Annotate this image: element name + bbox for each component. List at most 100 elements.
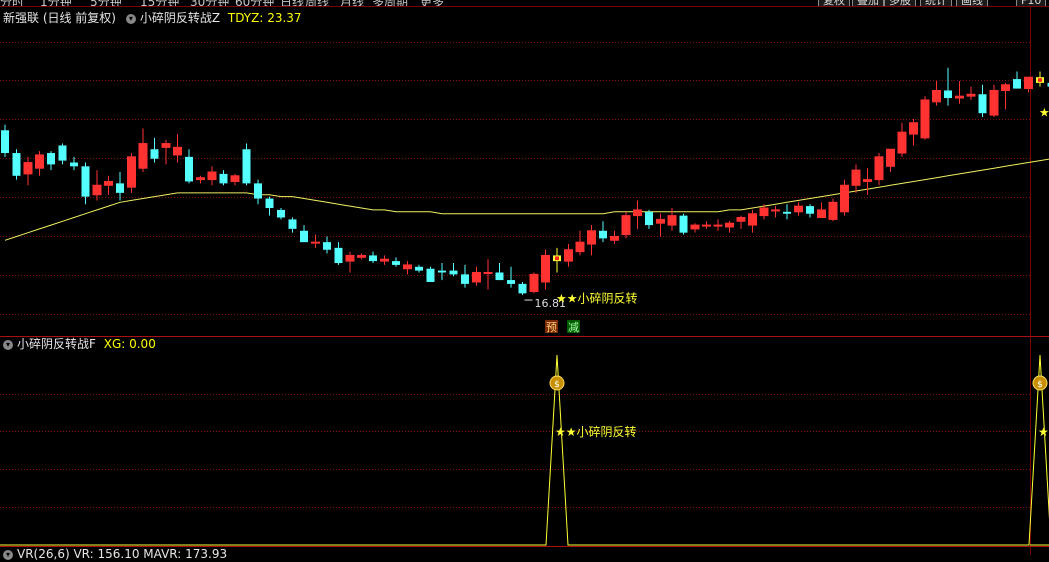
candle-down <box>450 271 458 275</box>
candle-up <box>128 157 136 187</box>
candle-down <box>289 219 297 228</box>
sub-panel-header: ▾ 小碎阴反转战F XG: 0.00 <box>3 336 156 352</box>
candle-up <box>818 210 826 218</box>
candle-up <box>473 272 481 281</box>
candle-up <box>691 225 699 229</box>
main-panel-header: 新强联 (日线 前复权) ▾ 小碎阴反转战Z TDYZ: 23.37 <box>3 10 302 26</box>
candle-down <box>979 94 987 113</box>
sub-indicator-name[interactable]: 小碎阴反转战F <box>17 337 96 351</box>
candle-down <box>220 174 228 183</box>
dropdown-arrow-icon[interactable]: ▾ <box>126 14 136 24</box>
xg-signal-line <box>0 355 1049 545</box>
candle-down <box>438 271 446 273</box>
candle-up <box>197 178 205 180</box>
candle-down <box>645 212 653 225</box>
candle-up <box>703 225 711 226</box>
badge-pre-text: 预 <box>546 321 557 334</box>
candle-up <box>875 157 883 180</box>
candle-down <box>254 183 262 198</box>
candle-down <box>1013 79 1021 88</box>
candle-down <box>335 248 343 263</box>
candle-up <box>864 180 872 182</box>
vr-label: VR(26,6) VR: 156.10 MAVR: 173.93 <box>17 547 227 561</box>
candle-up <box>174 147 182 155</box>
candle-up <box>404 265 412 269</box>
candle-up <box>36 155 44 168</box>
candle-down <box>70 163 78 167</box>
candle-up <box>312 242 320 243</box>
bottom-panel-header: ▾ VR(26,6) VR: 156.10 MAVR: 173.93 <box>3 546 227 562</box>
stock-chart: 30.2816.81★★小碎阴反转★★小碎阴反转预减$★★小碎阴反转$★★小碎阴… <box>0 0 1049 555</box>
candle-up <box>990 90 998 115</box>
candle-down <box>243 149 251 183</box>
main-signal-text: ★★小碎阴反转 <box>1039 105 1049 120</box>
indicator-name[interactable]: 小碎阴反转战Z <box>140 11 220 25</box>
candle-down <box>59 145 67 160</box>
candle-up <box>956 96 964 98</box>
candle-up <box>484 272 492 273</box>
candle-down <box>266 199 274 208</box>
candle-up <box>933 90 941 101</box>
candle-up <box>139 144 147 169</box>
candle-down <box>151 149 159 158</box>
candle-up <box>760 208 768 216</box>
signal-candle-core <box>1038 78 1042 82</box>
dropdown-arrow-icon[interactable]: ▾ <box>3 340 13 350</box>
candle-up <box>24 163 32 174</box>
candle-down <box>783 212 791 214</box>
candle-down <box>944 90 952 98</box>
candle-up <box>231 176 239 182</box>
candle-up <box>749 214 757 225</box>
candle-up <box>381 259 389 261</box>
candle-down <box>496 272 504 280</box>
candle-up <box>829 202 837 219</box>
stock-label: 新强联 (日线 前复权) <box>3 11 116 25</box>
candle-down <box>461 274 469 283</box>
candle-down <box>415 267 423 271</box>
candle-up <box>346 255 354 261</box>
candle-up <box>1025 77 1033 88</box>
dropdown-arrow-icon[interactable]: ▾ <box>3 550 13 560</box>
candle-up <box>921 100 929 138</box>
sub-signal-text: ★★小碎阴反转 <box>555 424 637 439</box>
sub-indicator-value: XG: 0.00 <box>104 337 156 351</box>
candle-down <box>82 166 90 196</box>
candle-up <box>852 170 860 185</box>
candle-up <box>105 181 113 185</box>
candle-up <box>622 216 630 235</box>
candle-up <box>714 225 722 226</box>
candle-up <box>634 210 642 216</box>
candle-down <box>392 261 400 265</box>
signal-candle-core <box>555 256 559 260</box>
candle-up <box>898 132 906 153</box>
candle-down <box>300 231 308 242</box>
candle-up <box>576 242 584 251</box>
candle-up <box>208 172 216 180</box>
candle-up <box>737 218 745 222</box>
candle-up <box>358 255 366 257</box>
candle-down <box>519 284 527 293</box>
candle-up <box>162 144 170 148</box>
candle-down <box>427 269 435 282</box>
indicator-value: TDYZ: 23.37 <box>228 11 302 25</box>
money-bag-icon-glyph: $ <box>1037 380 1043 390</box>
candle-down <box>1 130 9 153</box>
money-bag-icon-glyph: $ <box>554 380 560 390</box>
candle-up <box>542 255 550 282</box>
candle-up <box>611 236 619 240</box>
badge-reduce-text: 减 <box>568 321 579 334</box>
sub-signal-text: ★★小碎阴反转 <box>1038 424 1049 439</box>
candle-down <box>507 280 515 284</box>
candle-up <box>772 210 780 211</box>
candle-up <box>530 274 538 291</box>
candle-up <box>841 185 849 212</box>
candle-down <box>13 153 21 176</box>
candle-up <box>910 123 918 134</box>
candle-down <box>806 206 814 214</box>
candle-up <box>795 206 803 212</box>
ma-line <box>5 119 1049 240</box>
candle-up <box>1002 85 1010 91</box>
candle-down <box>277 210 285 218</box>
candle-up <box>668 216 676 225</box>
candle-down <box>116 183 124 192</box>
